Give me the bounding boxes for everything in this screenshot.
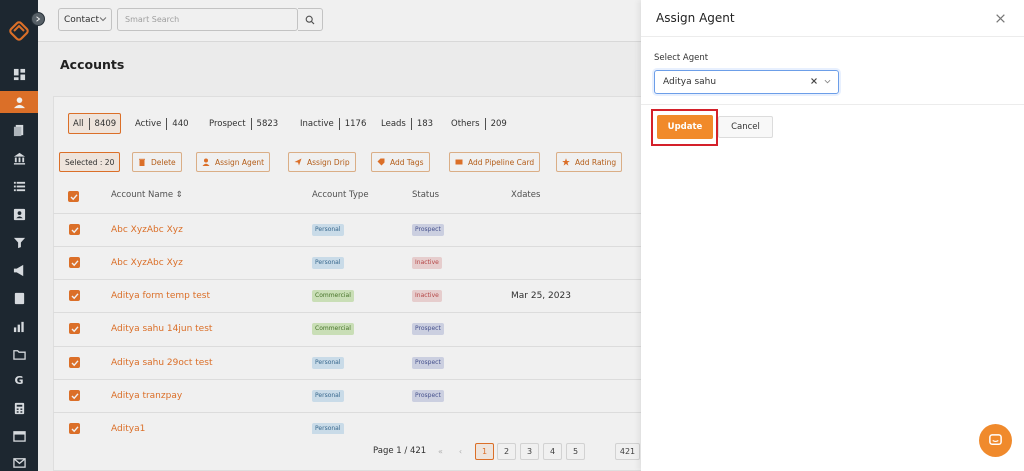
update-button[interactable]: Update (657, 115, 713, 139)
clear-icon[interactable] (810, 77, 818, 85)
cancel-button[interactable]: Cancel (718, 116, 773, 138)
drawer-title: Assign Agent (656, 11, 735, 25)
assign-agent-drawer: Assign Agent Select Agent Aditya sahu Up… (641, 0, 1024, 471)
select-agent-label: Select Agent (654, 53, 709, 63)
divider (641, 104, 1024, 105)
close-icon[interactable] (995, 13, 1006, 24)
chevron-down-icon[interactable] (824, 78, 831, 85)
chat-icon (989, 434, 1002, 445)
divider (641, 36, 1024, 37)
modal-overlay[interactable] (0, 0, 641, 471)
chat-button[interactable] (979, 424, 1012, 457)
app-root: G Contact Smart Search Accounts All 8409 … (0, 0, 1024, 471)
